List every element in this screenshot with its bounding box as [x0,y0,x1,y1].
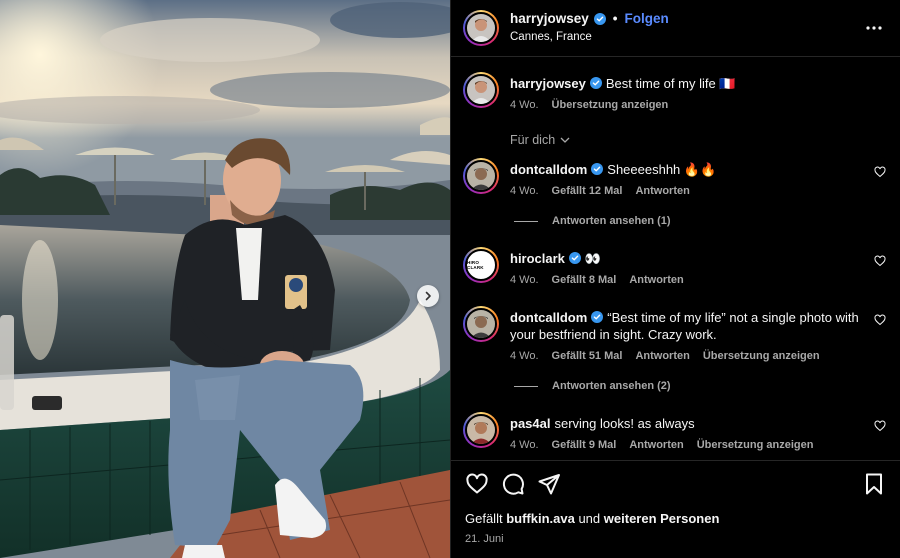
commenter-avatar[interactable] [463,158,499,194]
post-location[interactable]: Cannes, France [510,29,862,46]
comment-icon [502,473,524,495]
view-replies-label: Antworten ansehen (2) [552,380,671,392]
translate-link[interactable]: Übersetzung anzeigen [552,99,669,111]
post-actions: Gefällt buffkin.ava und weiteren Persone… [451,460,900,545]
like-comment-icon[interactable] [874,255,886,267]
author-username[interactable]: harryjowsey [510,10,589,27]
comment-username[interactable]: dontcalldom [510,310,587,325]
heart-icon [466,473,488,494]
like-button[interactable] [465,472,489,496]
comment-likes-count[interactable]: Gefällt 12 Mal [552,185,623,197]
reply-button[interactable]: Antworten [635,185,689,197]
commenter-avatar[interactable]: HIRO CLARK [463,247,499,283]
likes-others[interactable]: weiteren Personen [604,511,720,526]
commenter-avatar[interactable] [463,306,499,342]
comment-text: 👀 [584,251,602,266]
like-comment-icon[interactable] [874,420,886,432]
commenter-avatar[interactable] [463,412,499,448]
comment-row: pas4al serving looks! as always 4 Wo. Gef… [463,412,886,451]
bookmark-icon [866,473,882,495]
comment-username[interactable]: dontcalldom [510,162,587,177]
replies-divider [514,220,538,222]
view-replies-label: Antworten ansehen (1) [552,215,671,227]
translate-link[interactable]: Übersetzung anzeigen [697,439,814,451]
more-icon [866,26,882,30]
comments-list[interactable]: harryjowsey Best time of my life 🇫🇷 4 Wo.… [451,58,900,460]
verified-icon [593,12,606,25]
comment-row: HIRO CLARK hiroclark 👀 4 Wo. Gefällt 8 Ma… [463,247,886,286]
comment-age[interactable]: 4 Wo. [510,185,539,197]
reply-button[interactable]: Antworten [635,350,689,362]
follow-button[interactable]: Folgen [625,10,669,27]
verified-icon [591,163,604,175]
chevron-down-icon [560,137,570,143]
like-comment-icon[interactable] [874,166,886,178]
comment-likes-count[interactable]: Gefällt 51 Mal [552,350,623,362]
comment-button[interactable] [501,472,525,496]
caption-username[interactable]: harryjowsey [510,76,586,91]
comment-row: dontcalldom “Best time of my life” not a … [463,306,886,362]
next-photo-button[interactable] [417,285,439,307]
comment-likes-count[interactable]: Gefällt 9 Mal [552,439,617,451]
post-photo [0,0,450,558]
translate-link[interactable]: Übersetzung anzeigen [703,350,820,362]
comment-age[interactable]: 4 Wo. [510,439,539,451]
view-replies-button[interactable]: Antworten ansehen (2) [514,380,886,392]
filter-label: Für dich [510,133,556,147]
verified-icon [591,311,604,323]
comment-text: serving looks! as always [554,416,695,431]
comment-username[interactable]: hiroclark [510,251,565,266]
post-date[interactable]: 21. Juni [465,533,886,545]
post-image [0,0,450,558]
comment-age[interactable]: 4 Wo. [510,350,539,362]
caption-row: harryjowsey Best time of my life 🇫🇷 4 Wo.… [463,72,886,111]
likes-prefix: Gefällt [465,511,503,526]
like-comment-icon[interactable] [874,314,886,326]
replies-divider [514,385,538,387]
author-avatar[interactable] [463,10,499,46]
comment-username[interactable]: pas4al [510,416,550,431]
comment-age[interactable]: 4 Wo. [510,274,539,286]
save-button[interactable] [862,472,886,496]
reply-button[interactable]: Antworten [629,274,683,286]
verified-icon [589,77,602,89]
likes-user[interactable]: buffkin.ava [506,511,575,526]
reply-button[interactable]: Antworten [629,439,683,451]
caption-text: Best time of my life 🇫🇷 [605,76,736,91]
verified-icon [568,252,581,264]
share-button[interactable] [537,472,561,496]
comment-filter-dropdown[interactable]: Für dich [510,133,886,147]
likes-middle: und [578,511,601,526]
caption-avatar[interactable] [463,72,499,108]
post-side-panel: harryjowsey • Folgen Cannes, France harr… [450,0,900,558]
comment-text: Sheeeeshhh 🔥🔥 [607,162,717,177]
caption-age[interactable]: 4 Wo. [510,99,539,111]
separator-dot: • [612,11,618,26]
view-replies-button[interactable]: Antworten ansehen (1) [514,215,886,227]
share-icon [538,474,560,495]
avatar-logo-text: HIRO CLARK [467,260,484,270]
chevron-right-icon [425,291,431,301]
comment-row: dontcalldom Sheeeeshhh 🔥🔥 4 Wo. Gefällt 1… [463,158,886,197]
post-header: harryjowsey • Folgen Cannes, France [451,0,900,57]
likes-summary[interactable]: Gefällt buffkin.ava und weiteren Persone… [465,511,886,526]
more-options-button[interactable] [862,16,886,40]
comment-likes-count[interactable]: Gefällt 8 Mal [552,274,617,286]
